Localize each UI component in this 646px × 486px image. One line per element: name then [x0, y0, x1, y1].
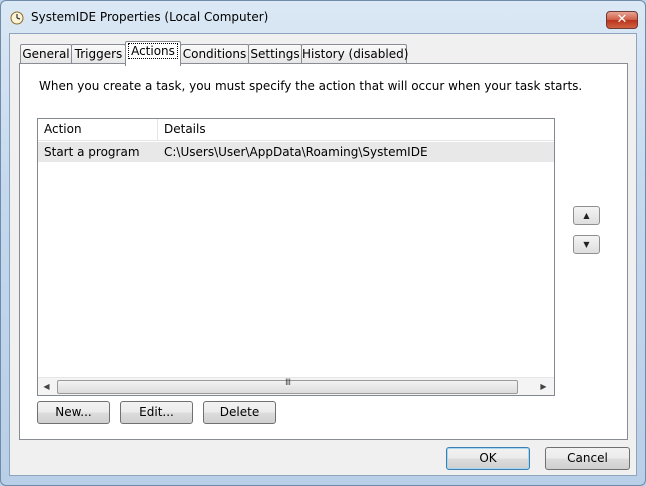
column-header-action[interactable]: Action [38, 119, 158, 140]
tab-settings[interactable]: Settings [248, 44, 302, 64]
arrow-up-icon: ▲ [583, 211, 590, 220]
actions-panel: When you create a task, you must specify… [19, 63, 628, 440]
close-button[interactable]: ✕ [606, 11, 638, 29]
properties-dialog: SystemIDE Properties (Local Computer) ✕ … [0, 0, 646, 486]
move-up-button[interactable]: ▲ [573, 206, 600, 225]
scrollbar-thumb[interactable]: III [57, 378, 518, 394]
horizontal-scrollbar[interactable]: ◀ III ▶ [38, 377, 554, 395]
edit-button[interactable]: Edit... [120, 401, 193, 424]
tab-history[interactable]: History (disabled) [301, 44, 408, 64]
dialog-body: General Triggers Actions Conditions Sett… [9, 33, 637, 476]
new-button[interactable]: New... [37, 401, 110, 424]
details-cell: C:\Users\User\AppData\Roaming\SystemIDE [164, 145, 428, 159]
move-down-button[interactable]: ▼ [573, 235, 600, 254]
ok-button[interactable]: OK [446, 447, 530, 470]
delete-button[interactable]: Delete [203, 401, 276, 424]
list-header: Action Details [38, 119, 554, 141]
close-icon: ✕ [616, 12, 628, 27]
column-header-details[interactable]: Details [158, 119, 554, 140]
cancel-button[interactable]: Cancel [545, 447, 630, 470]
action-cell: Start a program [44, 145, 140, 159]
tab-triggers[interactable]: Triggers [71, 44, 126, 64]
clock-icon [10, 11, 24, 25]
grip-icon: III [285, 378, 291, 388]
scroll-right-icon[interactable]: ▶ [535, 378, 552, 395]
tab-actions[interactable]: Actions [125, 41, 181, 66]
title-bar[interactable]: SystemIDE Properties (Local Computer) ✕ [1, 1, 645, 35]
arrow-down-icon: ▼ [583, 240, 590, 249]
window-title: SystemIDE Properties (Local Computer) [31, 10, 269, 24]
tab-general[interactable]: General [20, 44, 72, 64]
scroll-left-icon[interactable]: ◀ [38, 378, 55, 395]
actions-list[interactable]: Action Details Start a program C:\Users\… [37, 118, 555, 396]
tab-conditions[interactable]: Conditions [180, 44, 249, 64]
actions-intro-text: When you create a task, you must specify… [39, 79, 583, 93]
list-item[interactable]: Start a program C:\Users\User\AppData\Ro… [38, 142, 554, 162]
